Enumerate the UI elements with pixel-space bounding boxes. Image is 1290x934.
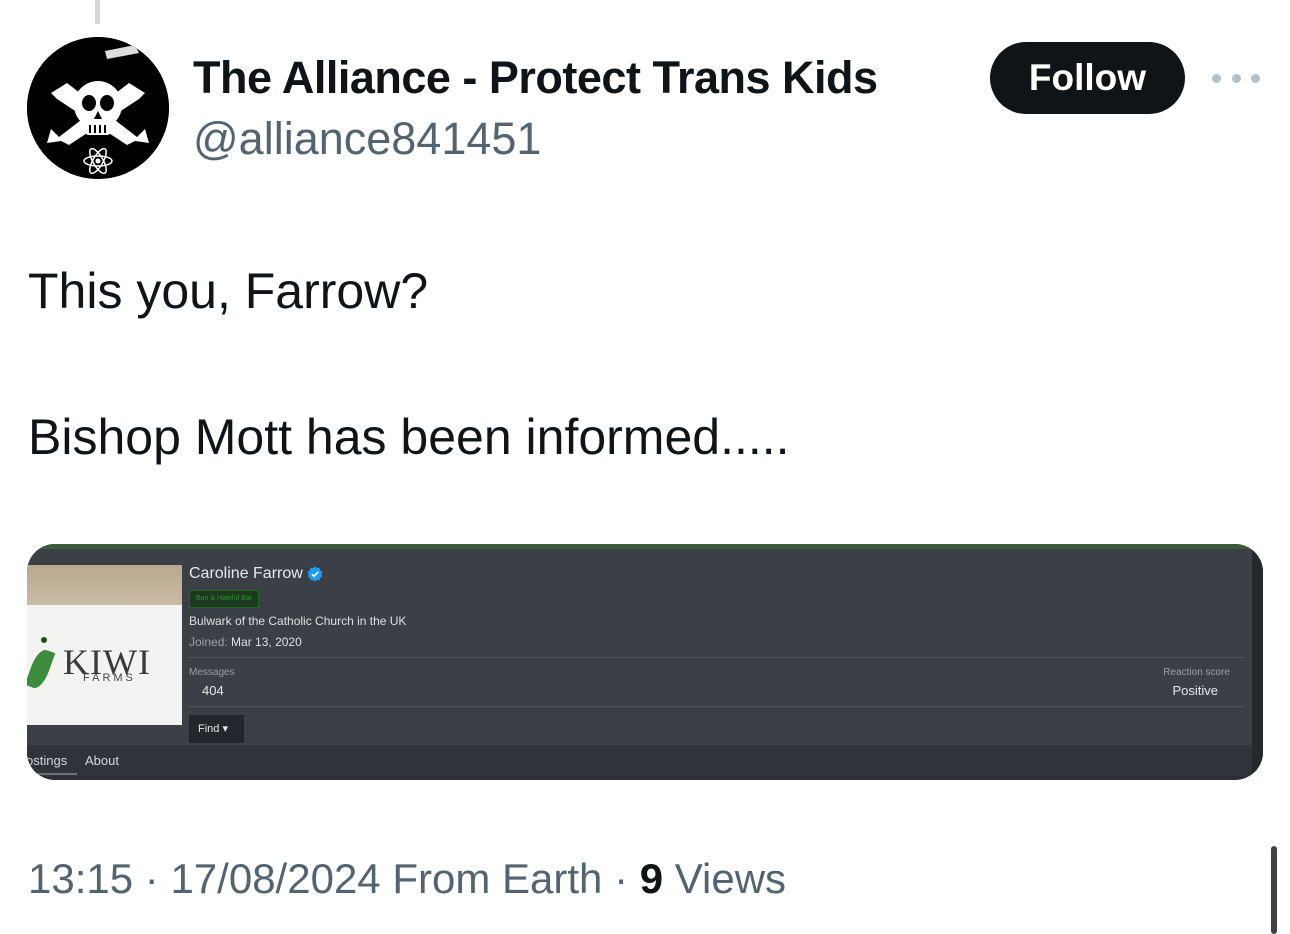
find-label: Find: [198, 723, 220, 735]
views-count[interactable]: 9: [640, 855, 663, 902]
views-label[interactable]: Views: [675, 855, 786, 902]
skull-crossbones-icon: [27, 37, 169, 179]
more-dots-icon: [1251, 73, 1260, 83]
joined-row: Joined: Mar 13, 2020: [189, 635, 302, 649]
follow-button[interactable]: Follow: [990, 42, 1185, 114]
caret-down-icon: ▾: [222, 723, 228, 735]
author-handle[interactable]: @alliance841451: [193, 113, 541, 165]
messages-label: Messages: [189, 667, 235, 678]
tweet-meta: 13:15 · 17/08/2024 From Earth · 9 Views: [28, 855, 786, 903]
active-tab-indicator: [27, 773, 77, 775]
author-avatar[interactable]: [27, 37, 169, 179]
custom-title: Bulwark of the Catholic Church in the UK: [189, 614, 407, 628]
reaction-score-value: Positive: [1172, 683, 1218, 698]
shirt-logo-subword: FARMS: [83, 672, 136, 684]
divider: [187, 657, 1245, 658]
joined-label: Joined:: [189, 635, 228, 649]
tweet-date[interactable]: 17/08/2024: [170, 855, 380, 902]
profile-tabs: ostings About: [27, 745, 1252, 776]
thread-line: [95, 0, 100, 24]
profile-panel: KIWI FARMS Caroline Farrow Bun & Hateful…: [27, 549, 1252, 745]
meta-separator: ·: [144, 855, 159, 902]
author-display-name[interactable]: The Alliance - Protect Trans Kids: [193, 52, 878, 104]
messages-value: 404: [202, 683, 224, 698]
kiwi-eye: [41, 637, 47, 643]
more-options-button[interactable]: [1212, 66, 1260, 90]
more-dots-icon: [1212, 73, 1221, 83]
tweet-time[interactable]: 13:15: [28, 855, 133, 902]
more-dots-icon: [1231, 73, 1241, 83]
profile-name: Caroline Farrow: [189, 565, 303, 582]
embed-right-edge: [1252, 549, 1263, 780]
attached-screenshot[interactable]: KIWI FARMS Caroline Farrow Bun & Hateful…: [27, 544, 1263, 780]
tab-about: About: [85, 753, 119, 768]
reaction-score-label: Reaction score: [1163, 667, 1230, 678]
find-dropdown-button: Find ▾: [189, 715, 244, 743]
profile-photo: KIWI FARMS: [27, 565, 182, 725]
joined-date: Mar 13, 2020: [231, 635, 302, 649]
tweet-text-line-1: This you, Farrow?: [28, 263, 429, 319]
meta-separator: ·: [614, 855, 629, 902]
tweet-text-line-2: Bishop Mott has been informed.....: [28, 409, 790, 465]
verified-badge-icon: [307, 566, 323, 582]
scrollbar[interactable]: [1271, 846, 1277, 934]
divider: [187, 706, 1245, 707]
tab-postings: ostings: [27, 753, 68, 768]
tweet-source: From Earth: [392, 855, 603, 902]
user-banner: Bun & Hateful Bat: [189, 590, 259, 608]
profile-name-row: Caroline Farrow: [189, 565, 323, 583]
